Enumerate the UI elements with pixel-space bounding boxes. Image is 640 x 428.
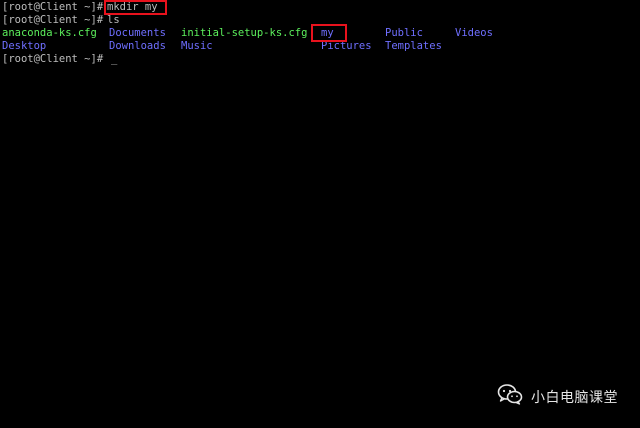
directory-entry: Templates	[385, 40, 442, 52]
directory-entry: my	[321, 27, 334, 39]
shell-prompt: [root@Client ~]#	[2, 14, 104, 26]
ls-output-row: anaconda-ks.cfg Documents initial-setup-…	[2, 27, 493, 40]
directory-entry: Desktop	[2, 40, 47, 52]
directory-entry: Music	[181, 40, 213, 52]
watermark: 小白电脑课堂	[497, 383, 618, 410]
directory-entry: Pictures	[321, 40, 372, 52]
terminal-line: [root@Client ~]# _	[2, 53, 117, 66]
shell-prompt: [root@Client ~]#	[2, 1, 104, 13]
shell-command: ls	[107, 14, 120, 26]
text-cursor: _	[111, 53, 118, 65]
directory-entry: Public	[385, 27, 423, 39]
directory-entry: Documents	[109, 27, 166, 39]
directory-entry: Videos	[455, 27, 493, 39]
terminal-screen[interactable]: [root@Client ~]# mkdir my [root@Client ~…	[0, 0, 640, 428]
file-entry: initial-setup-ks.cfg	[181, 27, 308, 39]
directory-entry: Downloads	[109, 40, 166, 52]
shell-command: mkdir my	[107, 1, 158, 13]
shell-prompt: [root@Client ~]#	[2, 53, 104, 65]
file-entry: anaconda-ks.cfg	[2, 27, 97, 39]
terminal-line: [root@Client ~]# mkdir my	[2, 1, 158, 14]
ls-output-row: Desktop Downloads Music Pictures Templat…	[2, 40, 442, 53]
terminal-line: [root@Client ~]# ls	[2, 14, 120, 27]
watermark-text: 小白电脑课堂	[531, 389, 618, 406]
wechat-icon	[497, 383, 523, 410]
